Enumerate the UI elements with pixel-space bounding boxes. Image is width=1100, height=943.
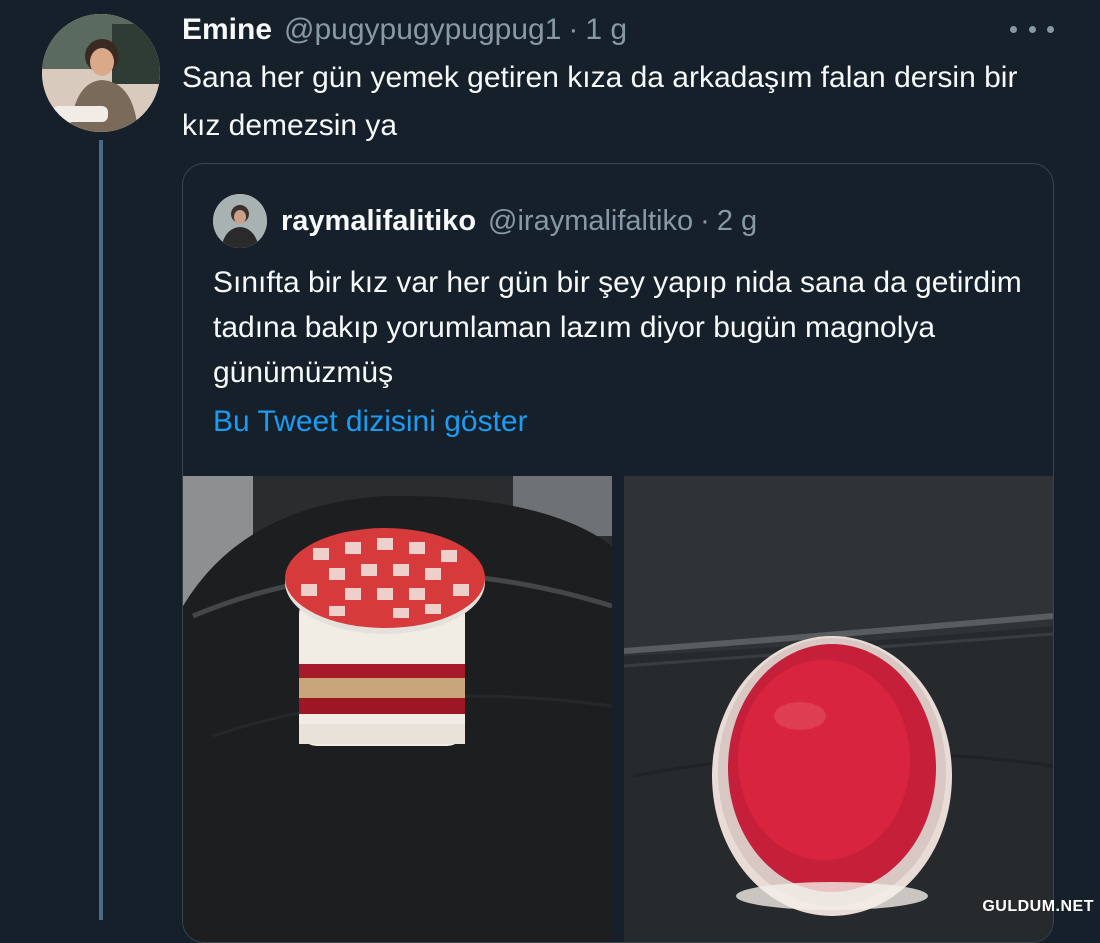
quoted-author-avatar[interactable] — [213, 194, 267, 248]
quoted-tweet-time[interactable]: 2 g — [717, 205, 757, 238]
tweet-time[interactable]: 1 g — [585, 13, 627, 47]
separator-dot: · — [568, 13, 579, 46]
author-avatar[interactable] — [42, 14, 160, 132]
author-name[interactable]: Emine — [182, 13, 272, 47]
watermark: GULDUM.NET — [982, 898, 1094, 915]
quoted-tweet-header: raymalifalitiko @iraymalifaltiko · 2 g — [281, 198, 757, 244]
author-handle[interactable]: @pugypugypugpug1 — [284, 13, 561, 47]
quoted-author-name[interactable]: raymalifalitiko — [281, 205, 476, 238]
tweet-header: Emine @pugypugypugpug1 · 1 g — [182, 8, 627, 52]
quoted-author-handle[interactable]: @iraymalifaltiko — [488, 205, 693, 238]
separator-dot: · — [700, 204, 710, 237]
quoted-tweet-card[interactable]: raymalifalitiko @iraymalifaltiko · 2 g S… — [182, 163, 1054, 943]
show-thread-link[interactable]: Bu Tweet dizisini göster — [213, 405, 528, 439]
thread-line — [99, 140, 103, 920]
jar-top-view-photo[interactable] — [624, 476, 1053, 942]
magnolia-jar-photo[interactable] — [183, 476, 612, 942]
more-horizontal-icon[interactable] — [1010, 24, 1054, 34]
media-grid — [183, 476, 1053, 942]
tweet-text: Sana her gün yemek getiren kıza da arkad… — [182, 61, 1018, 142]
quoted-tweet-text: Sınıfta bir kız var her gün bir şey yapı… — [213, 266, 1022, 389]
